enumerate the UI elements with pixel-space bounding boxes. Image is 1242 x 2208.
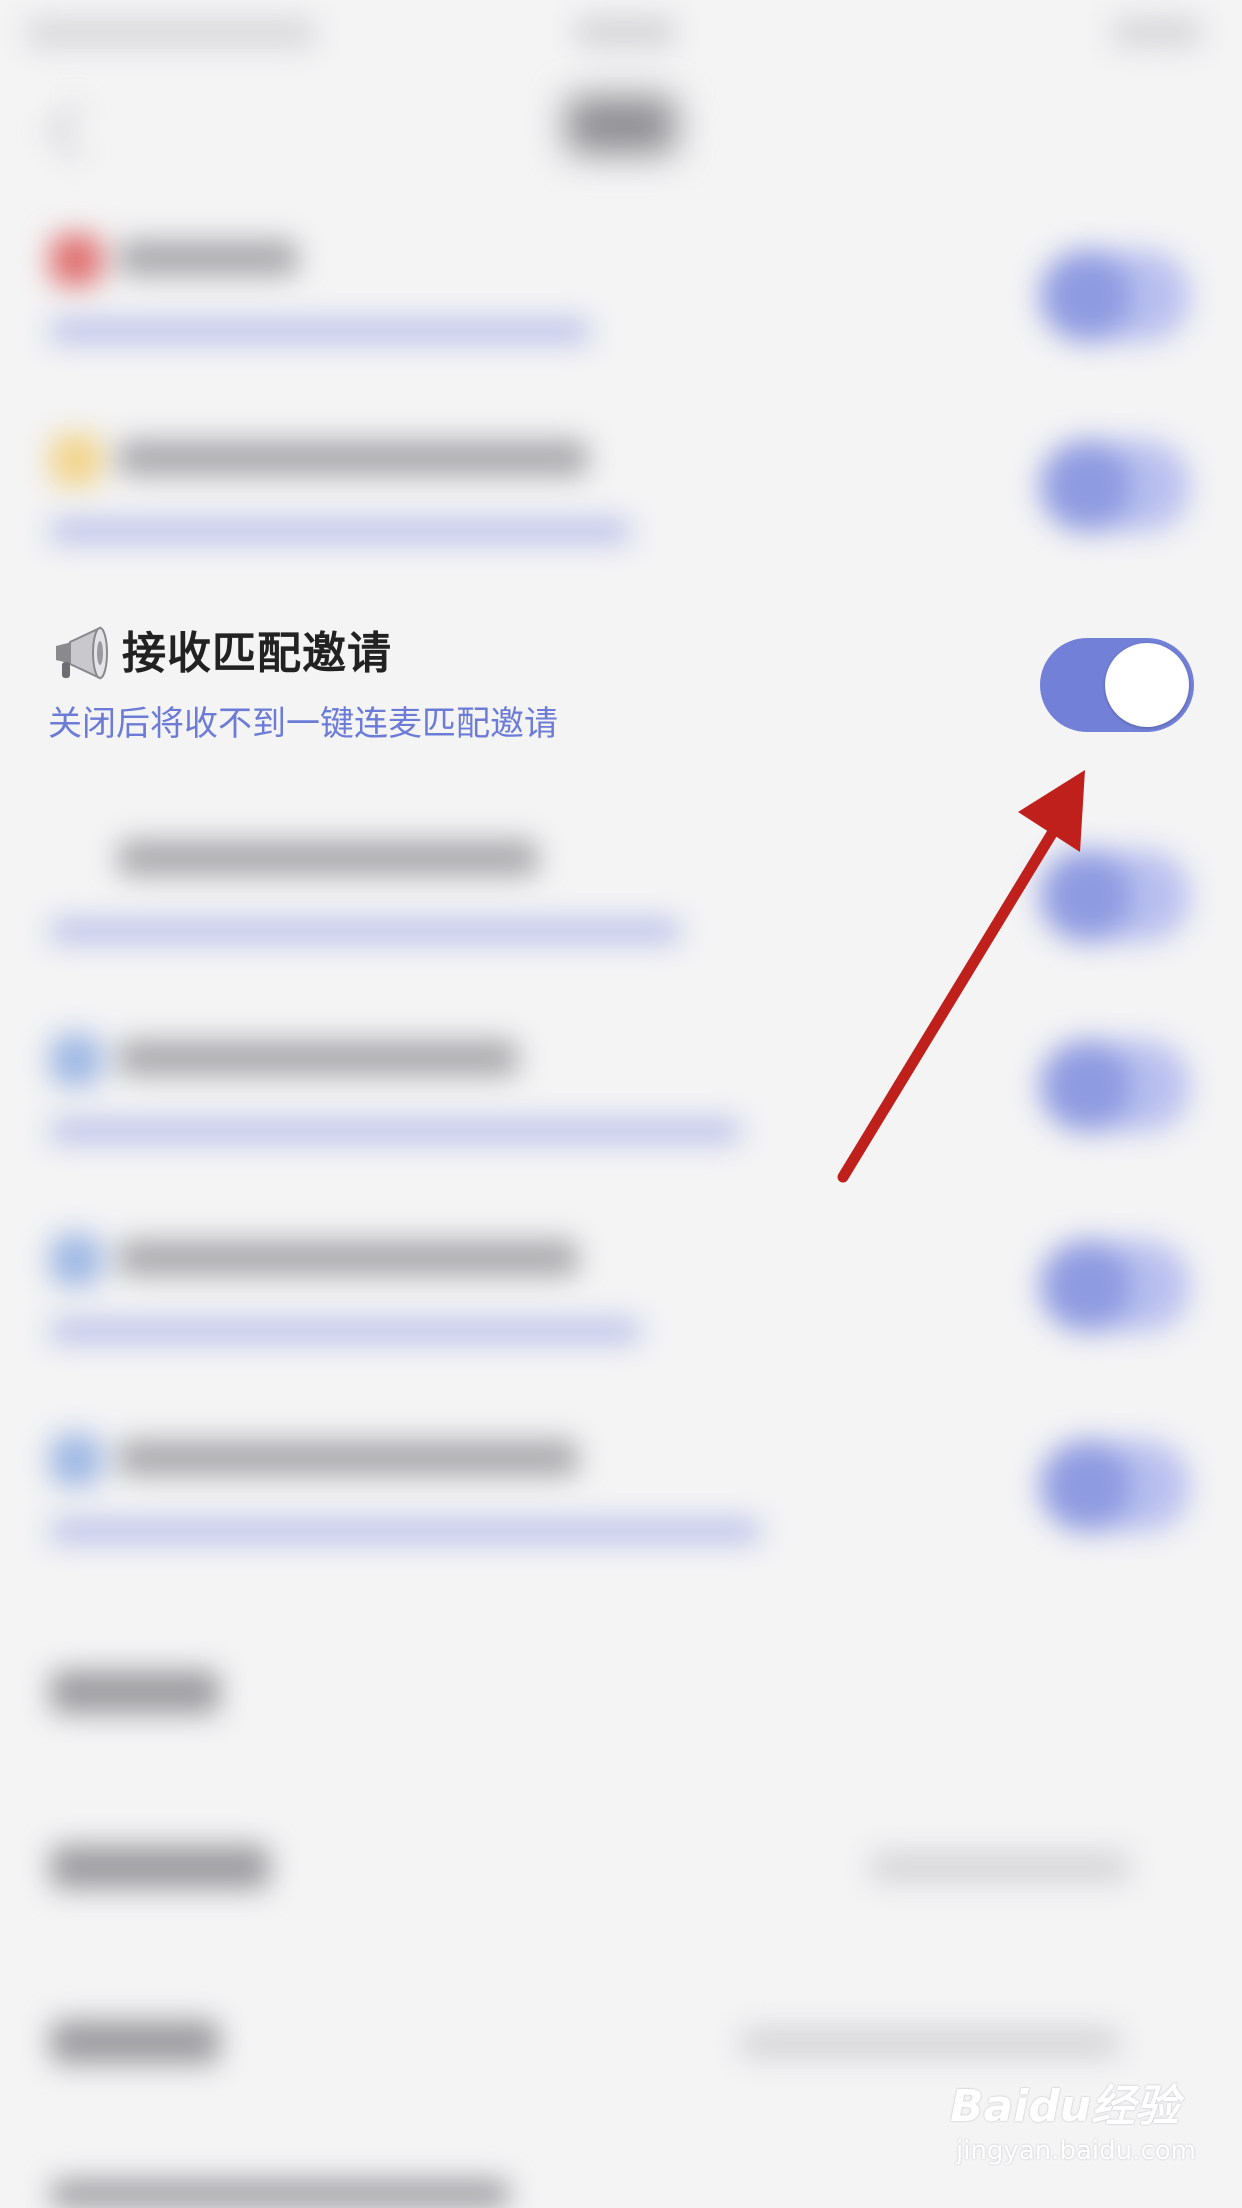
baidu-watermark: Baidu经验 jingyan.baidu.com xyxy=(950,2070,1210,2180)
watermark-url: jingyan.baidu.com xyxy=(956,2136,1196,2166)
red-arrow xyxy=(837,770,1085,1183)
watermark-logo: Baidu经验 xyxy=(950,2081,1180,2132)
